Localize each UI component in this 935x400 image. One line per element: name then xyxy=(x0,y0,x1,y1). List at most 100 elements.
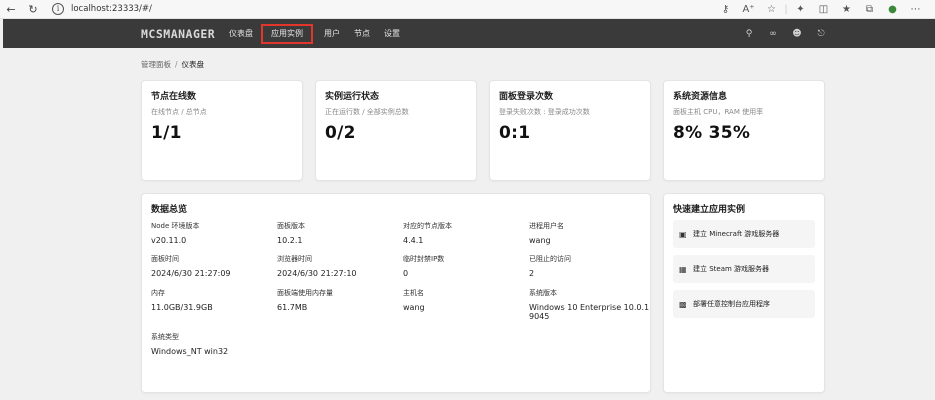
quick-item-label: 部署任意控制台应用程序 xyxy=(693,300,770,308)
steam-icon: ▦ xyxy=(679,264,687,274)
quick-create-list: ▣ 建立 Minecraft 游戏服务器 ▦ 建立 Steam 游戏服务器 ▩ … xyxy=(673,220,815,318)
header-actions: ⚲ ∞ ☻ ⎋ xyxy=(737,19,833,48)
browser-actions: ⚷ A⁺ ☆ | ✦ ◫ ★ ⧉ ● ⋯ xyxy=(714,0,927,19)
info-label: 已阻止的访问 xyxy=(529,255,571,263)
info-label: 内存 xyxy=(151,289,165,297)
create-minecraft-button[interactable]: ▣ 建立 Minecraft 游戏服务器 xyxy=(673,220,815,248)
breadcrumb-root[interactable]: 管理面板 xyxy=(141,60,171,69)
nav-settings[interactable]: 设置 xyxy=(379,24,405,44)
user-icon[interactable]: ☻ xyxy=(785,29,809,39)
info-memory: 内存 11.0GB/31.9GB xyxy=(151,288,271,312)
deploy-console-app-button[interactable]: ▩ 部署任意控制台应用程序 xyxy=(673,290,815,318)
info-value: wang xyxy=(529,236,551,245)
minecraft-icon: ▣ xyxy=(679,229,687,239)
nav-users[interactable]: 用户 xyxy=(319,24,345,44)
breadcrumb-separator: / xyxy=(175,60,178,69)
address-bar[interactable]: i localhost:23333/#/ xyxy=(52,2,152,17)
info-banned-ips: 临时封禁IP数 0 xyxy=(403,254,523,278)
language-icon[interactable]: ∞ xyxy=(761,29,785,39)
info-value: 0 xyxy=(403,269,409,278)
app-logo[interactable]: MCSMANAGER xyxy=(141,27,215,41)
info-os-version: 系统版本 Windows 10 Enterprise 10.0.19045 xyxy=(529,288,651,321)
url-text[interactable]: localhost:23333/#/ xyxy=(71,4,152,14)
main-nav: 仪表盘 应用实例 用户 节点 设置 xyxy=(224,19,409,48)
app-header: MCSMANAGER 仪表盘 应用实例 用户 节点 设置 ⚲ ∞ ☻ ⎋ xyxy=(3,19,935,48)
create-steam-button[interactable]: ▦ 建立 Steam 游戏服务器 xyxy=(673,255,815,283)
stat-card-instances: 实例运行状态 正在运行数 / 全部实例总数 0/2 xyxy=(315,80,477,181)
info-label: 进程用户名 xyxy=(529,222,564,230)
extensions-icon[interactable]: ✦ xyxy=(789,4,812,15)
stat-card-nodes: 节点在线数 在线节点 / 总节点 1/1 xyxy=(141,80,303,181)
info-value: 61.7MB xyxy=(277,303,308,312)
key-icon[interactable]: ⚷ xyxy=(714,4,737,15)
info-value: 4.4.1 xyxy=(403,236,424,245)
stat-title: 实例运行状态 xyxy=(325,92,380,102)
theme-icon[interactable]: ⚲ xyxy=(737,29,761,39)
info-value: 2 xyxy=(529,269,535,278)
info-node-version: Node 环境版本 v20.11.0 xyxy=(151,221,271,245)
stat-value: 8% 35% xyxy=(673,123,751,143)
info-value: 2024/6/30 21:27:09 xyxy=(151,269,231,278)
info-value: Windows_NT win32 xyxy=(151,347,229,356)
quick-item-label: 建立 Minecraft 游戏服务器 xyxy=(693,230,780,238)
split-screen-icon[interactable]: ◫ xyxy=(812,4,835,15)
info-value: v20.11.0 xyxy=(151,236,187,245)
stat-subtitle: 在线节点 / 总节点 xyxy=(151,108,207,116)
nav-instances[interactable]: 应用实例 xyxy=(261,23,313,44)
stat-card-logins: 面板登录次数 登录失败次数 : 登录成功次数 0:1 xyxy=(489,80,651,181)
info-value: wang xyxy=(403,303,425,312)
stat-value: 0:1 xyxy=(499,123,531,143)
logout-icon[interactable]: ⎋ xyxy=(809,29,833,39)
info-panel-memory: 面板端使用内存量 61.7MB xyxy=(277,288,397,312)
info-value: 10.2.1 xyxy=(277,236,303,245)
quick-item-label: 建立 Steam 游戏服务器 xyxy=(693,265,770,273)
info-label: 临时封禁IP数 xyxy=(403,255,445,263)
read-aloud-icon[interactable]: A⁺ xyxy=(737,4,760,15)
back-icon[interactable]: ← xyxy=(0,0,22,19)
info-label: 系统版本 xyxy=(529,289,557,297)
stat-card-resources: 系统资源信息 面板主机 CPU，RAM 使用率 8% 35% xyxy=(663,80,825,181)
stat-subtitle: 面板主机 CPU，RAM 使用率 xyxy=(673,108,764,116)
info-daemon-version: 对应的节点版本 4.4.1 xyxy=(403,221,523,245)
info-process-user: 进程用户名 wang xyxy=(529,221,649,245)
stat-title: 系统资源信息 xyxy=(673,92,728,102)
info-panel-version: 面板版本 10.2.1 xyxy=(277,221,397,245)
info-label: 系统类型 xyxy=(151,333,179,341)
info-label: 面板端使用内存量 xyxy=(277,289,333,297)
info-blocked-access: 已阻止的访问 2 xyxy=(529,254,649,278)
nav-nodes[interactable]: 节点 xyxy=(349,24,375,44)
stat-title: 面板登录次数 xyxy=(499,92,554,102)
info-label: 面板时间 xyxy=(151,255,179,263)
stat-subtitle: 正在运行数 / 全部实例总数 xyxy=(325,108,409,116)
overview-title: 数据总览 xyxy=(151,205,188,215)
stat-value: 1/1 xyxy=(151,123,182,143)
info-value: 2024/6/30 21:27:10 xyxy=(277,269,357,278)
stat-value: 0/2 xyxy=(325,123,356,143)
info-value: Windows 10 Enterprise 10.0.19045 xyxy=(529,303,650,321)
favorite-star-icon[interactable]: ☆ xyxy=(760,4,783,15)
nav-dashboard[interactable]: 仪表盘 xyxy=(224,24,258,44)
info-browser-time: 浏览器时间 2024/6/30 21:27:10 xyxy=(277,254,397,278)
info-os-type: 系统类型 Windows_NT win32 xyxy=(151,332,271,356)
info-hostname: 主机名 wang xyxy=(403,288,523,312)
favorites-icon[interactable]: ★ xyxy=(835,4,858,15)
collections-icon[interactable]: ⧉ xyxy=(858,4,881,15)
profile-icon[interactable]: ● xyxy=(881,4,904,15)
quick-create-title: 快速建立应用实例 xyxy=(673,205,746,215)
console-icon: ▩ xyxy=(679,299,687,309)
stat-title: 节点在线数 xyxy=(151,92,197,102)
info-icon[interactable]: i xyxy=(52,3,64,15)
info-label: 对应的节点版本 xyxy=(403,222,452,230)
info-label: 面板版本 xyxy=(277,222,305,230)
breadcrumb-current: 仪表盘 xyxy=(181,60,205,69)
stat-subtitle: 登录失败次数 : 登录成功次数 xyxy=(499,108,590,116)
more-menu-icon[interactable]: ⋯ xyxy=(904,4,927,15)
refresh-icon[interactable]: ↻ xyxy=(22,0,44,19)
quick-create-card: 快速建立应用实例 ▣ 建立 Minecraft 游戏服务器 ▦ 建立 Steam… xyxy=(663,193,825,393)
info-label: Node 环境版本 xyxy=(151,222,200,230)
browser-toolbar: ← ↻ i localhost:23333/#/ ⚷ A⁺ ☆ | ✦ ◫ ★ … xyxy=(0,0,935,19)
info-label: 浏览器时间 xyxy=(277,255,312,263)
data-overview-card: 数据总览 Node 环境版本 v20.11.0 面板版本 10.2.1 对应的节… xyxy=(141,193,651,393)
info-panel-time: 面板时间 2024/6/30 21:27:09 xyxy=(151,254,271,278)
info-label: 主机名 xyxy=(403,289,424,297)
